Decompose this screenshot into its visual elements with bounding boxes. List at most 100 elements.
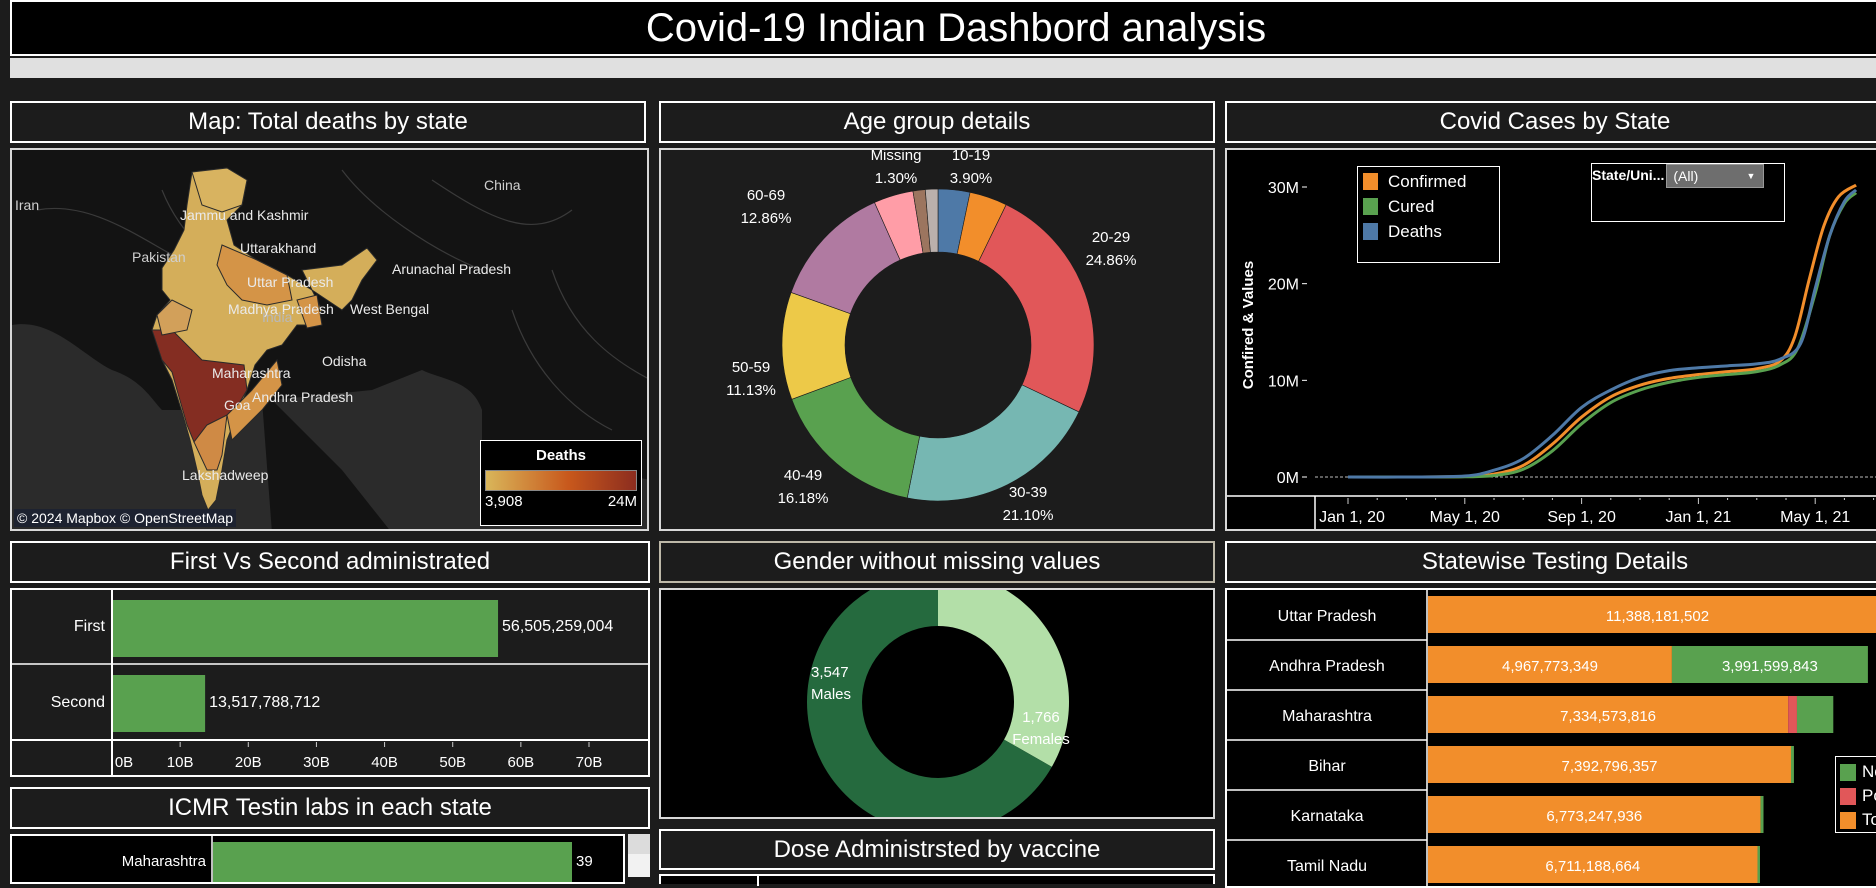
deaths-legend-min: 3,908 bbox=[485, 493, 523, 510]
age-slice-label: Missing bbox=[871, 150, 922, 164]
age-title-text: Age group details bbox=[843, 108, 1031, 135]
testing-panel[interactable]: Uttar Pradesh 11,388,181,502 Andhra Prades… bbox=[1225, 588, 1876, 888]
gender-title-text: Gender without missing values bbox=[773, 548, 1101, 575]
age-slice-label: 40-49 bbox=[784, 467, 822, 484]
y-tick-label: 0M bbox=[1277, 470, 1299, 487]
first-second-panel[interactable]: First 56,505,259,004 Second 13,517,788,712 0… bbox=[10, 588, 650, 777]
map-label: India bbox=[262, 309, 293, 325]
age-slice-label: 20-29 bbox=[1092, 229, 1130, 246]
gender-panel-title: Gender without missing values bbox=[659, 541, 1215, 583]
deaths-legend-max: 24M bbox=[607, 493, 637, 510]
deaths-legend-title: Deaths bbox=[535, 447, 587, 464]
first-second-bar-chart[interactable]: First 56,505,259,004 Second 13,517,788,712 0… bbox=[12, 590, 650, 777]
x-tick-label: 30B bbox=[303, 754, 330, 771]
icmr-scrollbar[interactable] bbox=[628, 834, 650, 877]
gender-value-label: 1,766 bbox=[1022, 709, 1060, 726]
map-panel[interactable]: Iran China Pakistan Jammu and Kashmir Ut… bbox=[10, 148, 649, 531]
legend-item-confirmed[interactable]: Confirmed bbox=[1358, 169, 1499, 194]
bar-segment-negative[interactable] bbox=[1757, 846, 1760, 883]
legend-item-total[interactable]: To bbox=[1836, 808, 1876, 832]
dose-panel[interactable] bbox=[659, 874, 1215, 886]
x-tick-label: Jan 1, 21 bbox=[1665, 509, 1731, 526]
dose-divider bbox=[757, 876, 759, 886]
gender-category-label: Males bbox=[811, 686, 851, 703]
legend-label: Po bbox=[1862, 786, 1876, 805]
x-tick-label: May 1, 21 bbox=[1780, 509, 1850, 526]
bar-value-label: 13,517,788,712 bbox=[209, 694, 320, 711]
state-filter: State/Uni... (All) ▼ bbox=[1591, 163, 1785, 222]
bar-first[interactable] bbox=[113, 600, 499, 657]
cases-title-text: Covid Cases by State bbox=[1439, 108, 1671, 135]
gender-category-label: Females bbox=[1012, 731, 1070, 748]
legend-swatch bbox=[1840, 787, 1856, 805]
deaths-legend: Deaths 3,908 24M bbox=[480, 440, 642, 526]
bar-segment-negative[interactable] bbox=[1760, 796, 1764, 833]
age-donut-chart[interactable]: 10-19 3.90% 20-29 24.86% 30-39 21.10% 40-49 16.… bbox=[661, 150, 1215, 531]
legend-label: Cured bbox=[1388, 196, 1435, 216]
category-label: Second bbox=[51, 694, 105, 711]
age-slice-percent: 24.86% bbox=[1086, 252, 1137, 269]
chevron-down-icon: ▼ bbox=[1746, 171, 1756, 181]
x-tick-label: Jan 1, 20 bbox=[1319, 509, 1385, 526]
state-label: Uttar Pradesh bbox=[1278, 608, 1377, 625]
age-panel[interactable]: 10-19 3.90% 20-29 24.86% 30-39 21.10% 40-49 16.… bbox=[659, 148, 1215, 531]
age-slice-2029[interactable] bbox=[978, 204, 1095, 413]
bar-second[interactable] bbox=[113, 675, 206, 732]
map-attribution[interactable]: © 2024 Mapbox © OpenStreetMap bbox=[14, 509, 236, 527]
legend-swatch bbox=[1840, 811, 1856, 829]
state-label: Karnataka bbox=[1291, 808, 1364, 825]
x-tick-label: 60B bbox=[508, 754, 535, 771]
category-label: First bbox=[74, 618, 106, 635]
state-filter-label: State/Uni... bbox=[1592, 167, 1665, 183]
age-slice-percent: 12.86% bbox=[741, 210, 792, 227]
bar-value-label: 6,711,188,664 bbox=[1545, 858, 1640, 875]
x-tick-label: May 1, 20 bbox=[1430, 509, 1500, 526]
x-tick-label: 70B bbox=[576, 754, 603, 771]
legend-label: Ne bbox=[1862, 762, 1876, 781]
gender-panel[interactable]: 1,766 Females 3,547 Males bbox=[659, 588, 1215, 819]
header-band bbox=[10, 58, 1876, 78]
legend-item-positive[interactable]: Po bbox=[1836, 784, 1876, 808]
x-tick-label: 50B bbox=[439, 754, 466, 771]
map-label: Uttarakhand bbox=[240, 240, 316, 256]
dashboard-title: Covid-19 Indian Dashbord analysis bbox=[645, 5, 1267, 50]
age-slice-label: 60-69 bbox=[747, 187, 785, 204]
map-label: Arunachal Pradesh bbox=[392, 261, 511, 277]
x-tick-label: 20B bbox=[235, 754, 262, 771]
bar-segment-positive[interactable] bbox=[1788, 696, 1797, 733]
icmr-panel-title: ICMR Testin labs in each state bbox=[10, 787, 650, 829]
map-title-text: Map: Total deaths by state bbox=[188, 108, 468, 135]
cases-panel[interactable]: Confired & Values 0M 10M 20M 30M Jan 1, 20 May… bbox=[1225, 148, 1876, 531]
age-panel-title: Age group details bbox=[659, 101, 1215, 143]
map-label: Iran bbox=[15, 197, 39, 213]
map-label: Uttar Pradesh bbox=[247, 274, 333, 290]
testing-bar-chart[interactable]: Uttar Pradesh 11,388,181,502 Andhra Prades… bbox=[1227, 590, 1876, 888]
deaths-gradient-bar bbox=[485, 470, 637, 491]
legend-item-cured[interactable]: Cured bbox=[1358, 194, 1499, 219]
icmr-scrollbar-thumb[interactable] bbox=[628, 834, 650, 854]
bar-maharashtra[interactable] bbox=[213, 842, 572, 882]
gender-donut-chart[interactable]: 1,766 Females 3,547 Males bbox=[661, 590, 1215, 819]
dose-panel-title: Dose Administrsted by vaccine bbox=[659, 829, 1215, 870]
age-slice-percent: 11.13% bbox=[726, 382, 776, 399]
testing-panel-title: Statewise Testing Details bbox=[1225, 541, 1876, 583]
y-tick-label: 30M bbox=[1268, 180, 1299, 197]
bar-value-label: 3,991,599,843 bbox=[1722, 658, 1818, 675]
state-filter-dropdown[interactable]: (All) ▼ bbox=[1666, 164, 1765, 188]
y-tick-label: 20M bbox=[1268, 277, 1299, 294]
age-slice-3039[interactable] bbox=[906, 384, 1080, 502]
age-slice-label: 30-39 bbox=[1009, 484, 1047, 501]
y-tick-label: 10M bbox=[1268, 373, 1299, 390]
dose-title-text: Dose Administrsted by vaccine bbox=[773, 835, 1101, 863]
age-slice-percent: 21.10% bbox=[1003, 507, 1054, 524]
x-tick-label: 40B bbox=[371, 754, 398, 771]
bar-segment-negative[interactable] bbox=[1790, 746, 1794, 783]
legend-item-deaths[interactable]: Deaths bbox=[1358, 219, 1499, 244]
legend-swatch bbox=[1840, 763, 1856, 781]
age-slice-percent: 3.90% bbox=[950, 170, 993, 187]
bar-segment-negative[interactable] bbox=[1796, 696, 1834, 733]
legend-item-negative[interactable]: Ne bbox=[1836, 760, 1876, 784]
legend-label: Confirmed bbox=[1388, 171, 1467, 191]
bar-value-label: 39 bbox=[576, 853, 593, 870]
map-label: Jammu and Kashmir bbox=[180, 207, 309, 223]
